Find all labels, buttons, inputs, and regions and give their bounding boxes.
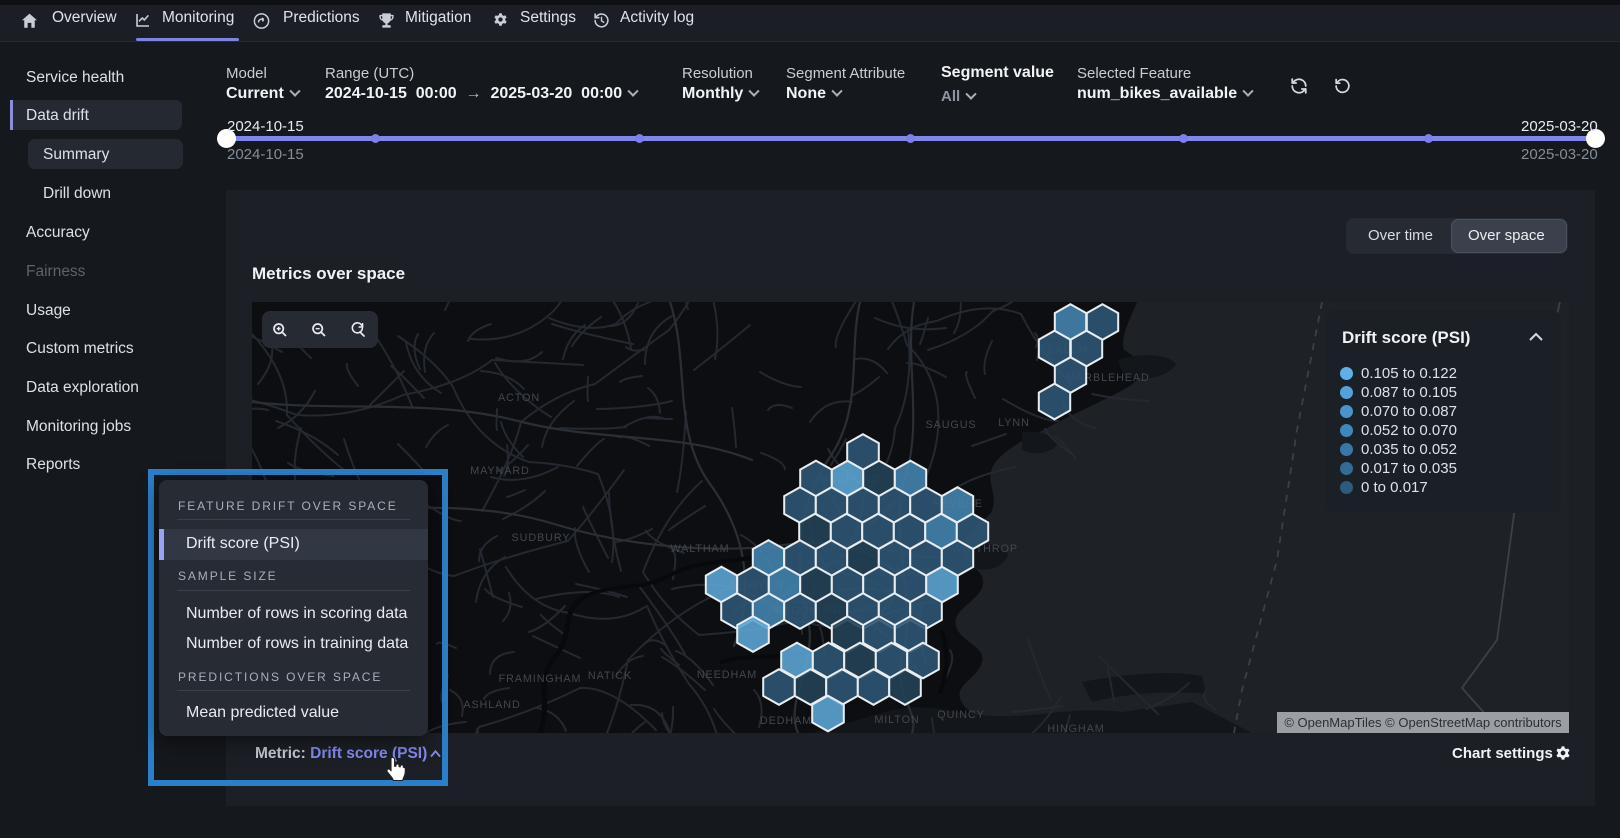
svg-text:SAUGUS: SAUGUS — [926, 419, 977, 431]
svg-text:HINGHAM: HINGHAM — [1047, 723, 1104, 733]
svg-text:QUINCY: QUINCY — [937, 709, 984, 721]
svg-text:LYNN: LYNN — [998, 417, 1030, 429]
svg-text:NATICK: NATICK — [588, 670, 632, 682]
svg-text:SUDBURY: SUDBURY — [512, 532, 571, 544]
svg-text:FRAMINGHAM: FRAMINGHAM — [499, 673, 582, 685]
svg-text:MAYNARD: MAYNARD — [470, 465, 530, 477]
svg-text:WALTHAM: WALTHAM — [670, 543, 729, 555]
svg-text:MILTON: MILTON — [874, 714, 919, 726]
svg-text:NEEDHAM: NEEDHAM — [697, 669, 757, 681]
svg-text:DEDHAM: DEDHAM — [760, 715, 812, 727]
svg-text:ASHLAND: ASHLAND — [463, 699, 520, 711]
svg-text:ACTON: ACTON — [498, 392, 540, 404]
